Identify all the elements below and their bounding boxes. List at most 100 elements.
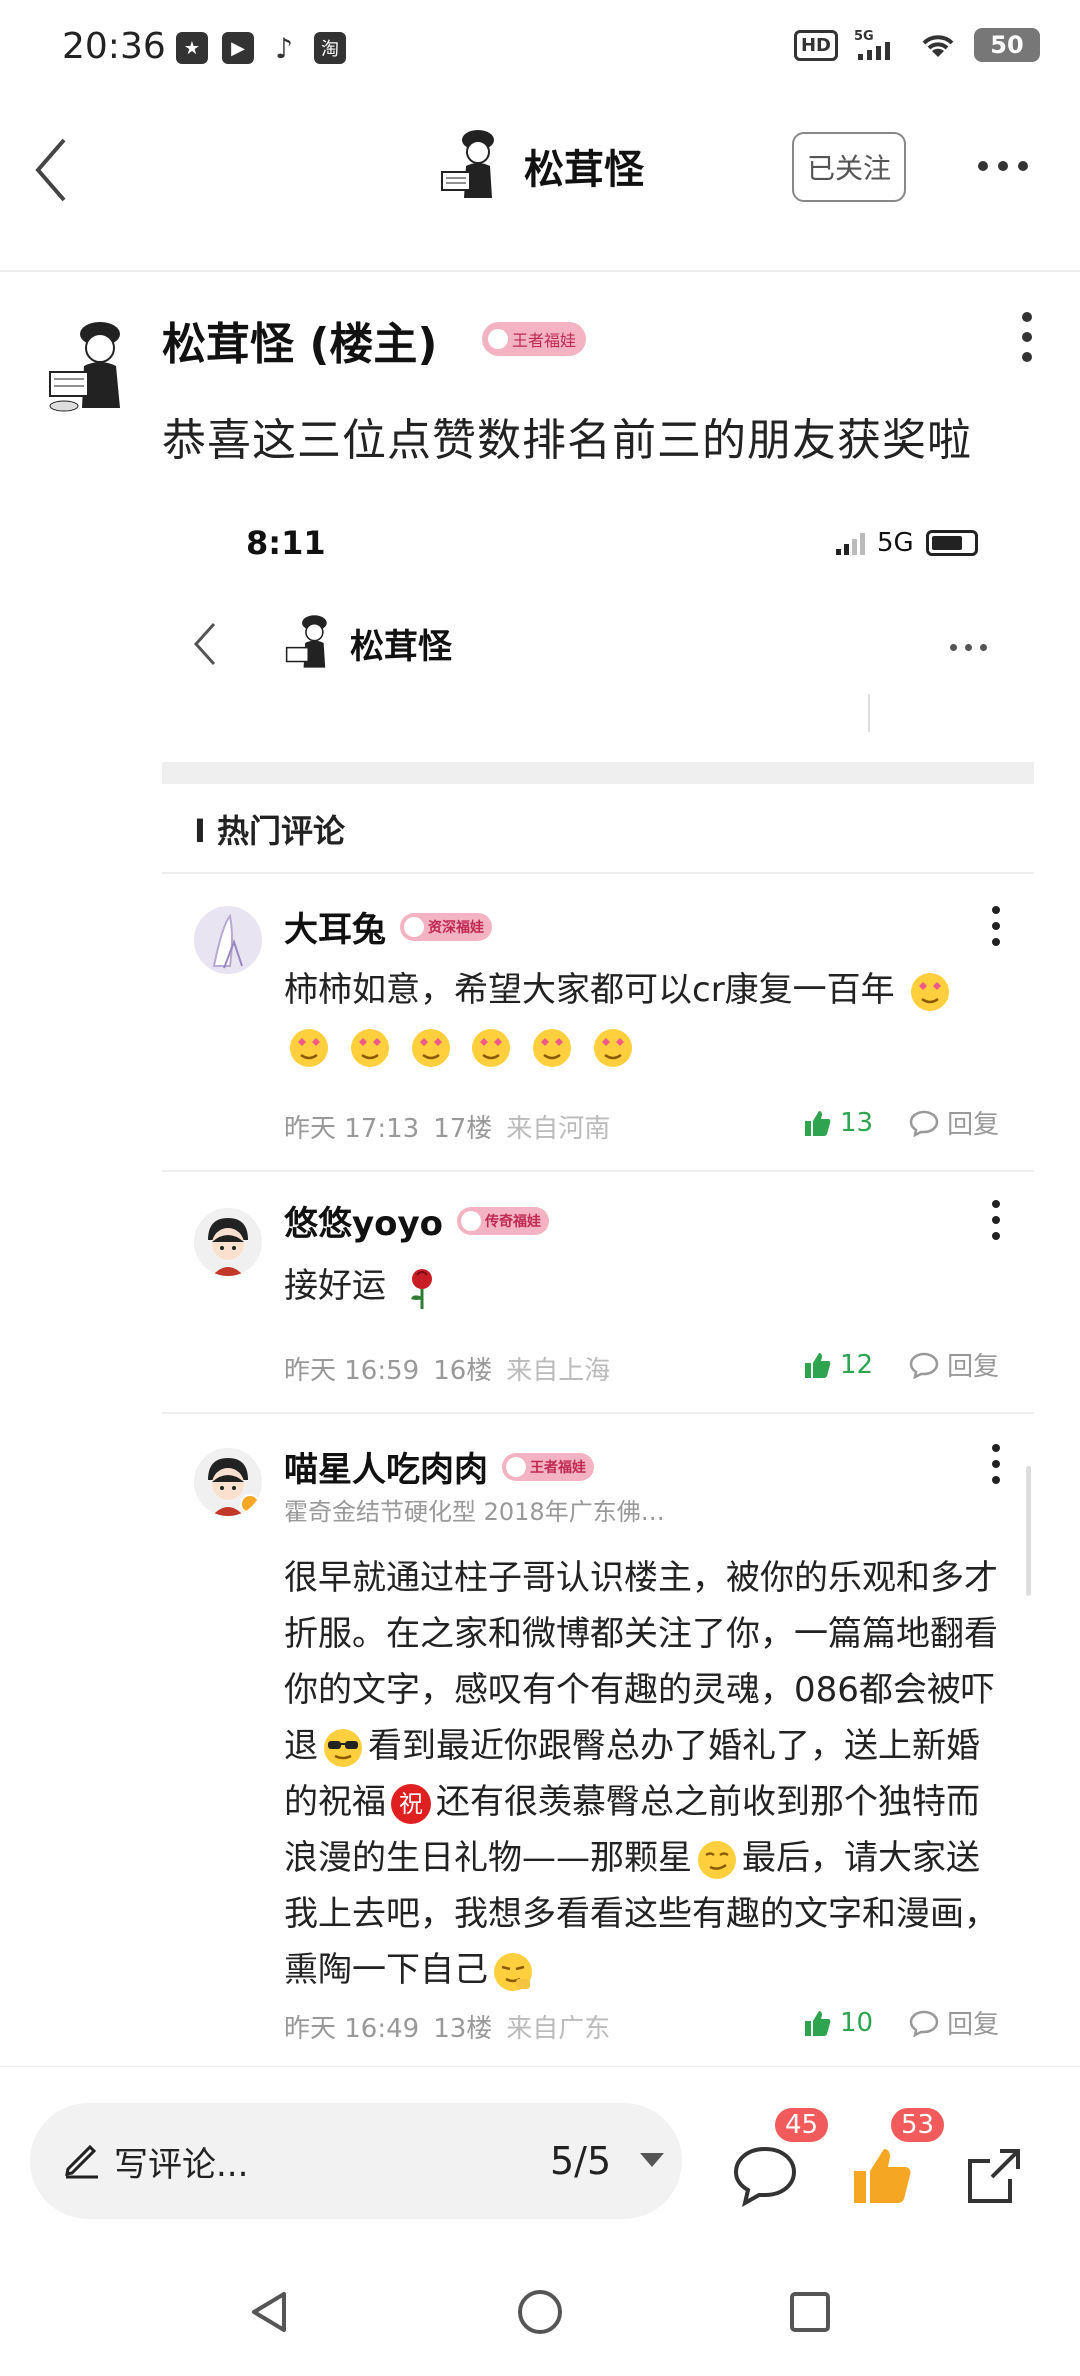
- smirk-emoji-icon: [698, 1840, 736, 1879]
- post-author-name[interactable]: 松茸怪 (楼主): [162, 308, 438, 372]
- commenter-avatar: [194, 906, 262, 974]
- reply-button[interactable]: 回复: [909, 1346, 999, 1383]
- comment-date: 昨天 16:59: [284, 1356, 420, 1386]
- badge-doll-icon: [404, 916, 424, 937]
- proud-emoji-icon: [494, 1952, 532, 1991]
- embedded-back-icon: [193, 622, 216, 666]
- svg-text:5G: 5G: [854, 29, 874, 44]
- commenter-subtitle: 霍奇金结节硬化型 2018年广东佛…: [284, 1498, 665, 1526]
- back-arrow-icon[interactable]: [24, 130, 84, 210]
- heart-eyes-emoji-icon: [594, 1028, 633, 1067]
- like-button[interactable]: 13: [802, 1108, 873, 1138]
- embedded-more-icon: [950, 644, 987, 651]
- comment-menu-icon[interactable]: [992, 906, 1000, 946]
- badge-label: 王者福娃: [512, 331, 577, 350]
- comment-menu-icon[interactable]: [992, 1200, 1000, 1240]
- sunglasses-emoji-icon: [324, 1728, 362, 1767]
- thumbs-up-icon: [805, 1110, 831, 1136]
- comment-count-badge: 45: [772, 2105, 832, 2145]
- nav-title-group[interactable]: 松茸怪: [436, 126, 644, 206]
- notification-icon: ★: [176, 32, 208, 64]
- comment-location: 来自上海: [506, 1356, 611, 1386]
- commenter-badge: 王者福娃: [502, 1452, 594, 1481]
- comment-floor: 13楼: [433, 2014, 493, 2044]
- commenter-avatar: [194, 1448, 262, 1516]
- scrollbar[interactable]: [1026, 1466, 1031, 1596]
- bottom-action-bar: 写评论... 5/5 45 53: [0, 2066, 1080, 2246]
- video-icon: ▶: [222, 32, 254, 64]
- heart-eyes-emoji-icon: [533, 1028, 572, 1067]
- page-indicator[interactable]: 5/5: [550, 2139, 611, 2183]
- follow-button[interactable]: 已关注: [792, 132, 906, 202]
- reply-button[interactable]: 回复: [909, 2004, 999, 2041]
- heart-eyes-emoji-icon: [472, 1028, 511, 1067]
- wifi-icon: [922, 35, 954, 57]
- battery-indicator: 50: [974, 28, 1040, 62]
- blessing-icon: 祝: [391, 1783, 431, 1824]
- embedded-signal-icon: [836, 531, 865, 555]
- embedded-network: 5G: [877, 528, 914, 558]
- thumbs-up-icon: [805, 1352, 831, 1378]
- like-count: 12: [840, 1349, 874, 1380]
- like-count-badge: 53: [888, 2105, 948, 2145]
- thumbs-up-icon: [805, 2010, 831, 2036]
- embedded-status-time: 8:11: [246, 524, 326, 562]
- reply-button[interactable]: 回复: [909, 1104, 999, 1141]
- commenter-badge: 资深福娃: [400, 912, 492, 941]
- commenter-name[interactable]: 喵星人吃肉肉: [284, 1442, 488, 1491]
- post-author-avatar[interactable]: [44, 314, 140, 414]
- status-indicators: HD 5G 50: [793, 28, 1040, 62]
- rose-icon: [410, 1268, 432, 1309]
- like-count: 13: [840, 1107, 874, 1138]
- like-button[interactable]: 10: [802, 2008, 873, 2038]
- like-button[interactable]: 12: [802, 1350, 873, 1380]
- nav-title: 松茸怪: [524, 147, 644, 193]
- reply-label: 回复: [947, 2010, 1000, 2040]
- post-text: 恭喜这三位点赞数排名前三的朋友获奖啦: [162, 415, 972, 466]
- nav-back-icon[interactable]: [240, 2282, 300, 2342]
- top-nav: 松茸怪 已关注: [0, 100, 1080, 272]
- badge-label: 传奇福娃: [485, 1213, 542, 1230]
- post-menu-icon[interactable]: [1022, 312, 1032, 362]
- svg-text:祝: 祝: [399, 1790, 423, 1818]
- more-options-icon[interactable]: [978, 156, 1038, 176]
- embedded-battery-icon: [925, 530, 978, 556]
- comment-meta: 昨天 16:59 16楼 来自上海: [284, 1350, 610, 1387]
- commenter-name-row: 喵星人吃肉肉 王者福娃: [284, 1442, 594, 1491]
- comment-placeholder: 写评论...: [114, 2144, 249, 2185]
- status-bar: 20:36 ★ ▶ ♪ 淘 HD 5G 50: [0, 0, 1080, 100]
- reply-label: 回复: [947, 1352, 1000, 1382]
- embedded-status-indicators: 5G: [836, 528, 978, 558]
- comment-location: 来自河南: [506, 1114, 611, 1144]
- comment-text-body: 接好运: [284, 1266, 386, 1306]
- comment-text: 柿柿如意，希望大家都可以cr康复一百年: [284, 962, 1004, 1074]
- heart-eyes-emoji-icon: [911, 972, 950, 1011]
- like-thumb-icon[interactable]: [846, 2141, 916, 2211]
- comment-meta: 昨天 16:49 13楼 来自广东: [284, 2008, 610, 2045]
- comment-text: 很早就通过柱子哥认识楼主，被你的乐观和多才折服。在之家和微博都关注了你，一篇篇地…: [284, 1550, 1004, 1998]
- reply-label: 回复: [947, 1110, 1000, 1140]
- section-separator: [162, 762, 1034, 784]
- comment-input[interactable]: 写评论... 5/5: [30, 2103, 682, 2219]
- heart-eyes-emoji-icon: [411, 1028, 450, 1067]
- comment-actions: 10 回复: [802, 2004, 999, 2041]
- badge-doll-icon: [461, 1210, 482, 1231]
- share-icon[interactable]: [960, 2141, 1030, 2211]
- nav-home-icon[interactable]: [510, 2282, 570, 2342]
- comment-item: 悠悠yoyo 传奇福娃 接好运 昨天 16:59 16楼 来自上海 12 回复: [162, 1172, 1034, 1414]
- comment-bubble-icon[interactable]: [730, 2141, 800, 2211]
- commenter-name[interactable]: 悠悠yoyo: [284, 1196, 443, 1245]
- embedded-nav-title-group: 松茸怪: [282, 612, 452, 674]
- nav-recents-icon[interactable]: [780, 2282, 840, 2342]
- embedded-author-avatar: [285, 615, 327, 668]
- commenter-name-row: 悠悠yoyo 传奇福娃: [284, 1196, 550, 1245]
- author-avatar[interactable]: [436, 126, 506, 206]
- reply-bubble-icon: [909, 1352, 939, 1379]
- page-dropdown-icon[interactable]: [640, 2153, 664, 2167]
- taobao-icon: 淘: [314, 32, 346, 64]
- commenter-name[interactable]: 大耳兔: [284, 902, 386, 951]
- embedded-nav-title: 松茸怪: [350, 626, 452, 667]
- system-navigation-bar: [0, 2246, 1080, 2376]
- heart-eyes-emoji-icon: [350, 1028, 389, 1067]
- comment-menu-icon[interactable]: [992, 1444, 1000, 1484]
